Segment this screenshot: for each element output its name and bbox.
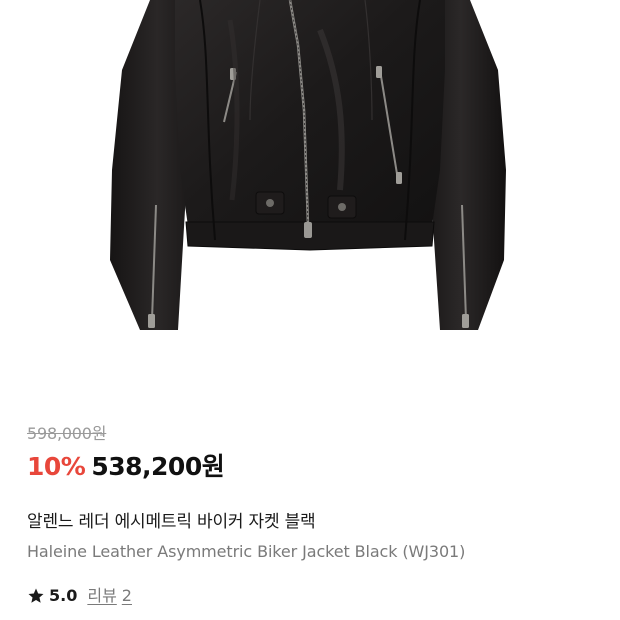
sale-price-row: 10% 538,200원: [27, 450, 225, 484]
rating-value: 5.0: [49, 586, 78, 605]
price-block: 598,000원 10% 538,200원: [27, 424, 225, 484]
leather-jacket-image: [110, 0, 506, 330]
product-name-korean: 알렌느 레더 에시메트릭 바이커 자켓 블랙: [27, 512, 316, 532]
product-image[interactable]: [0, 0, 620, 400]
sale-price: 538,200원: [91, 452, 225, 481]
rating-row: 5.0 리뷰 2: [27, 585, 132, 607]
product-name-english: Haleine Leather Asymmetric Biker Jacket …: [27, 542, 466, 561]
original-price: 598,000원: [27, 424, 107, 443]
product-detail-page: 598,000원 10% 538,200원 알렌느 레더 에시메트릭 바이커 자…: [0, 0, 620, 620]
review-link[interactable]: 리뷰 2: [87, 585, 132, 607]
review-label: 리뷰: [87, 586, 117, 605]
review-count: 2: [121, 586, 132, 605]
discount-rate: 10%: [27, 452, 86, 481]
star-icon: [28, 588, 44, 603]
